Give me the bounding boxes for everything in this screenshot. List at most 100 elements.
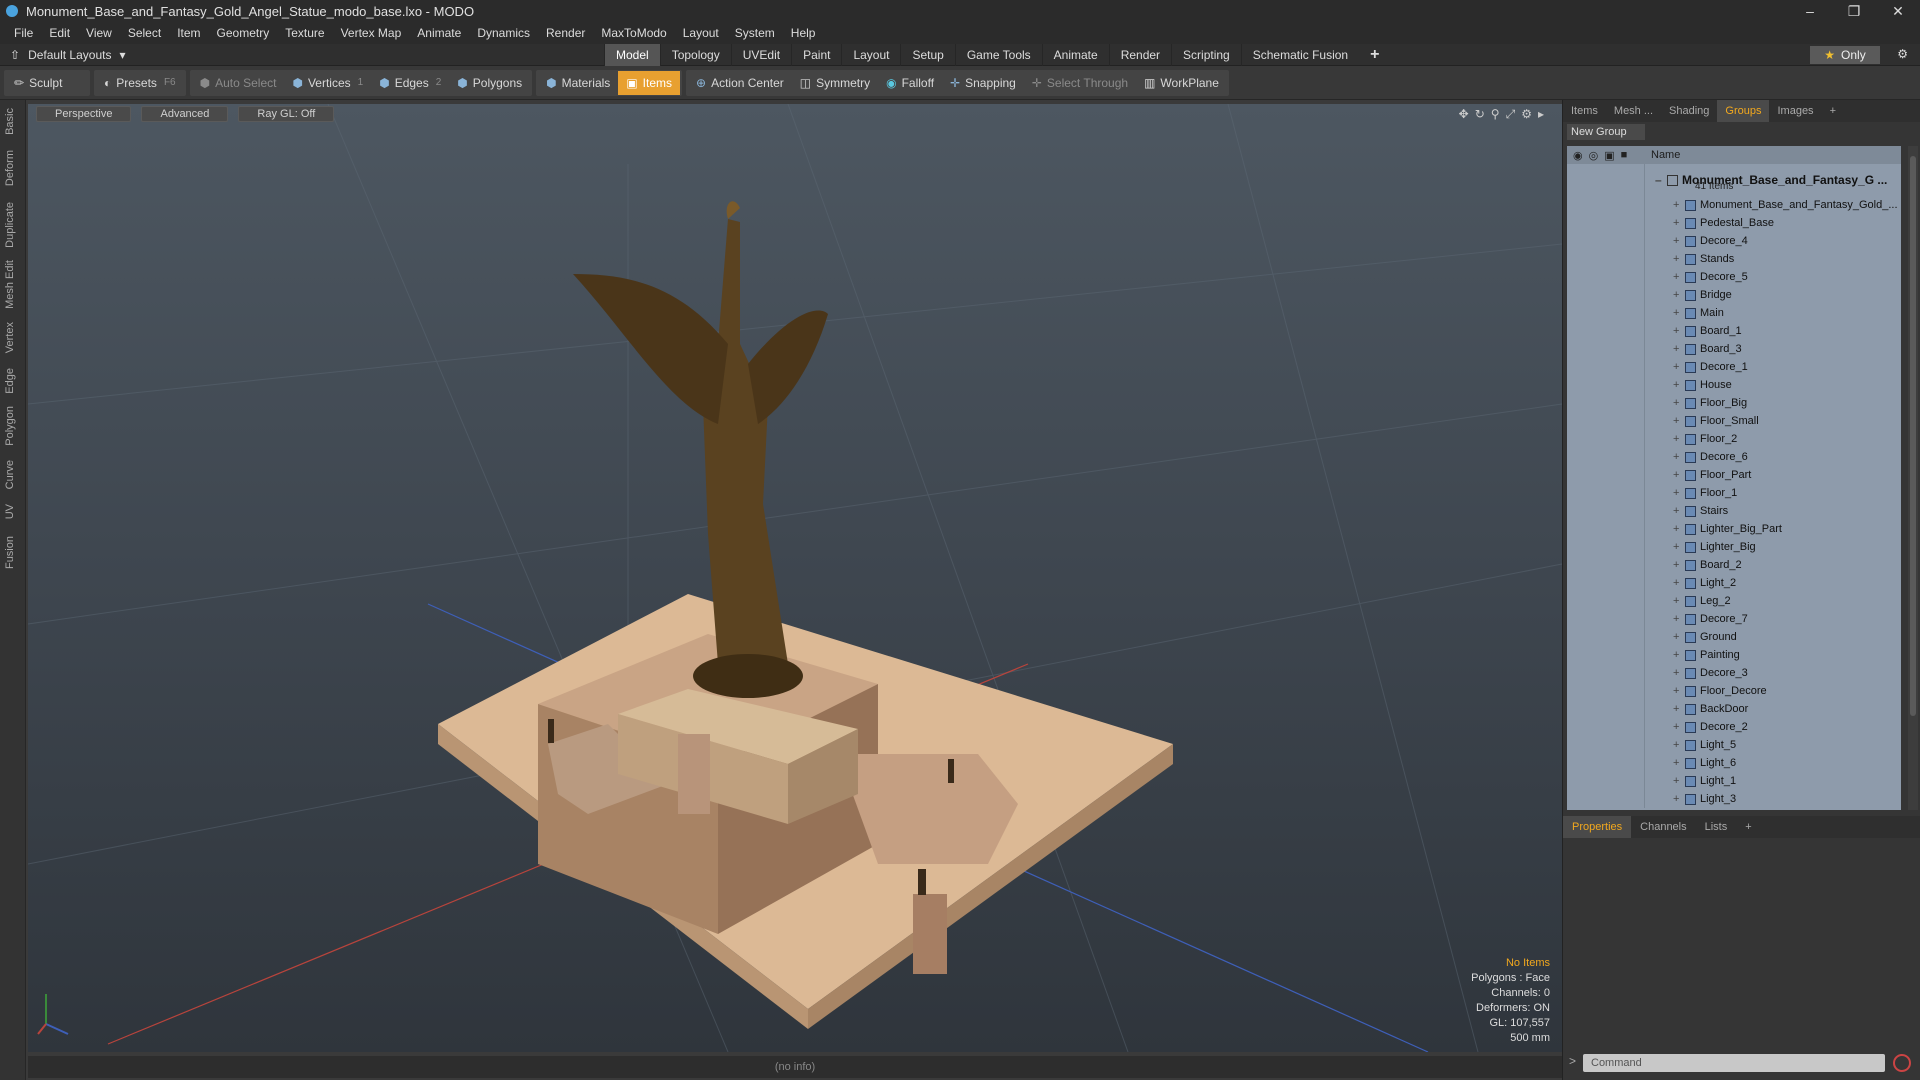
tab-animate[interactable]: Animate	[1041, 44, 1109, 66]
list-item[interactable]: + Floor_Part	[1567, 466, 1901, 484]
tab-properties[interactable]: Properties	[1563, 816, 1632, 838]
menu-file[interactable]: File	[6, 26, 41, 40]
falloff-button[interactable]: ◉ Falloff	[878, 71, 942, 95]
expand-icon[interactable]: +	[1673, 289, 1685, 301]
item-visibility[interactable]	[1567, 466, 1645, 484]
list-item[interactable]: + Painting	[1567, 646, 1901, 664]
menu-render[interactable]: Render	[538, 26, 593, 40]
menu-vertex-map[interactable]: Vertex Map	[333, 26, 410, 40]
list-item[interactable]: + Leg_2	[1567, 592, 1901, 610]
expand-icon[interactable]: +	[1673, 271, 1685, 283]
item-visibility[interactable]	[1567, 322, 1645, 340]
list-item[interactable]: + Stands	[1567, 250, 1901, 268]
tab-scripting[interactable]: Scripting	[1171, 44, 1241, 66]
tab-uvedit[interactable]: UVEdit	[730, 44, 791, 66]
expand-icon[interactable]: +	[1673, 541, 1685, 553]
item-visibility[interactable]	[1567, 790, 1645, 808]
expand-icon[interactable]: +	[1673, 235, 1685, 247]
list-item[interactable]: + Light_3	[1567, 790, 1901, 808]
tab-setup[interactable]: Setup	[900, 44, 954, 66]
tab-schematic-fusion[interactable]: Schematic Fusion	[1240, 44, 1359, 66]
projection-button[interactable]: Perspective	[36, 106, 132, 122]
select-through-button[interactable]: ✛ Select Through	[1024, 71, 1136, 95]
expand-icon[interactable]: +	[1673, 631, 1685, 643]
expand-icon[interactable]: +	[1673, 757, 1685, 769]
shading-button[interactable]: Advanced	[141, 106, 229, 122]
item-visibility[interactable]	[1567, 772, 1645, 790]
close-icon[interactable]: ✕	[1876, 0, 1920, 22]
group-visibility[interactable]	[1567, 164, 1645, 196]
expand-icon[interactable]: +	[1673, 253, 1685, 265]
presets-button[interactable]: ◐ Presets F6	[96, 71, 184, 95]
expand-icon[interactable]: +	[1673, 343, 1685, 355]
polygons-button[interactable]: ⬢ Polygons	[449, 71, 530, 95]
item-visibility[interactable]	[1567, 268, 1645, 286]
expand-icon[interactable]: +	[1673, 469, 1685, 481]
expand-icon[interactable]: +	[1673, 775, 1685, 787]
fit-view-icon[interactable]: ⤢	[1506, 107, 1516, 122]
item-visibility[interactable]	[1567, 664, 1645, 682]
materials-button[interactable]: ⬢ Materials	[538, 71, 618, 95]
item-visibility[interactable]	[1567, 430, 1645, 448]
item-visibility[interactable]	[1567, 592, 1645, 610]
expand-icon[interactable]: +	[1673, 793, 1685, 805]
list-item[interactable]: + Light_2	[1567, 574, 1901, 592]
expand-icon[interactable]: +	[1673, 505, 1685, 517]
items-button[interactable]: ▣ Items	[618, 70, 680, 95]
item-visibility[interactable]	[1567, 340, 1645, 358]
restore-icon[interactable]: ❐	[1832, 0, 1876, 22]
tab-polygon[interactable]: Polygon	[4, 406, 16, 446]
item-visibility[interactable]	[1567, 538, 1645, 556]
edges-button[interactable]: ⬢ Edges 2	[371, 71, 449, 95]
expand-icon[interactable]: +	[1673, 379, 1685, 391]
list-item[interactable]: + Decore_5	[1567, 268, 1901, 286]
menu-item[interactable]: Item	[169, 26, 208, 40]
expand-icon[interactable]: +	[1673, 739, 1685, 751]
tab-edge[interactable]: Edge	[4, 368, 16, 394]
expand-icon[interactable]: +	[1673, 667, 1685, 679]
symmetry-button[interactable]: ◫ Symmetry	[792, 71, 878, 95]
scrollbar-thumb[interactable]	[1910, 156, 1916, 716]
list-item[interactable]: + Floor_Decore	[1567, 682, 1901, 700]
item-visibility[interactable]	[1567, 304, 1645, 322]
item-visibility[interactable]	[1567, 718, 1645, 736]
workplane-button[interactable]: ▥ WorkPlane	[1136, 71, 1227, 95]
expand-icon[interactable]: +	[1673, 199, 1685, 211]
tab-deform[interactable]: Deform	[4, 150, 16, 186]
tab-images[interactable]: Images	[1769, 100, 1821, 122]
tab-vertex[interactable]: Vertex	[4, 322, 16, 353]
menu-texture[interactable]: Texture	[277, 26, 332, 40]
expand-icon[interactable]: +	[1673, 217, 1685, 229]
item-visibility[interactable]	[1567, 196, 1645, 214]
tab-topology[interactable]: Topology	[659, 44, 731, 66]
tab-curve[interactable]: Curve	[4, 460, 16, 489]
menu-select[interactable]: Select	[120, 26, 169, 40]
expand-icon[interactable]: +	[1673, 397, 1685, 409]
menu-dynamics[interactable]: Dynamics	[469, 26, 538, 40]
list-item[interactable]: + Decore_7	[1567, 610, 1901, 628]
item-visibility[interactable]	[1567, 736, 1645, 754]
gear-icon[interactable]: ⚙	[1897, 47, 1908, 61]
list-item[interactable]: + Light_1	[1567, 772, 1901, 790]
list-scrollbar[interactable]	[1908, 146, 1918, 810]
expand-icon[interactable]: +	[1673, 361, 1685, 373]
menu-help[interactable]: Help	[783, 26, 824, 40]
list-item[interactable]: + Decore_2	[1567, 718, 1901, 736]
list-item[interactable]: + Main	[1567, 304, 1901, 322]
item-visibility[interactable]	[1567, 520, 1645, 538]
tab-channels[interactable]: Channels	[1631, 816, 1695, 838]
vertices-button[interactable]: ⬢ Vertices 1	[284, 71, 371, 95]
expand-icon[interactable]: +	[1673, 577, 1685, 589]
minimize-icon[interactable]: –	[1788, 0, 1832, 22]
viewport-gear-icon[interactable]: ⚙	[1521, 107, 1532, 122]
list-item[interactable]: + Decore_3	[1567, 664, 1901, 682]
list-item[interactable]: + Board_3	[1567, 340, 1901, 358]
expand-icon[interactable]: +	[1673, 415, 1685, 427]
tab-game-tools[interactable]: Game Tools	[954, 44, 1042, 66]
expand-icon[interactable]: +	[1673, 523, 1685, 535]
add-properties-tab-icon[interactable]: +	[1736, 816, 1760, 838]
expand-icon[interactable]: +	[1673, 685, 1685, 697]
menu-maxtomodo[interactable]: MaxToModo	[593, 26, 674, 40]
item-visibility[interactable]	[1567, 232, 1645, 250]
tab-mesh-edit[interactable]: Mesh Edit	[4, 260, 16, 309]
